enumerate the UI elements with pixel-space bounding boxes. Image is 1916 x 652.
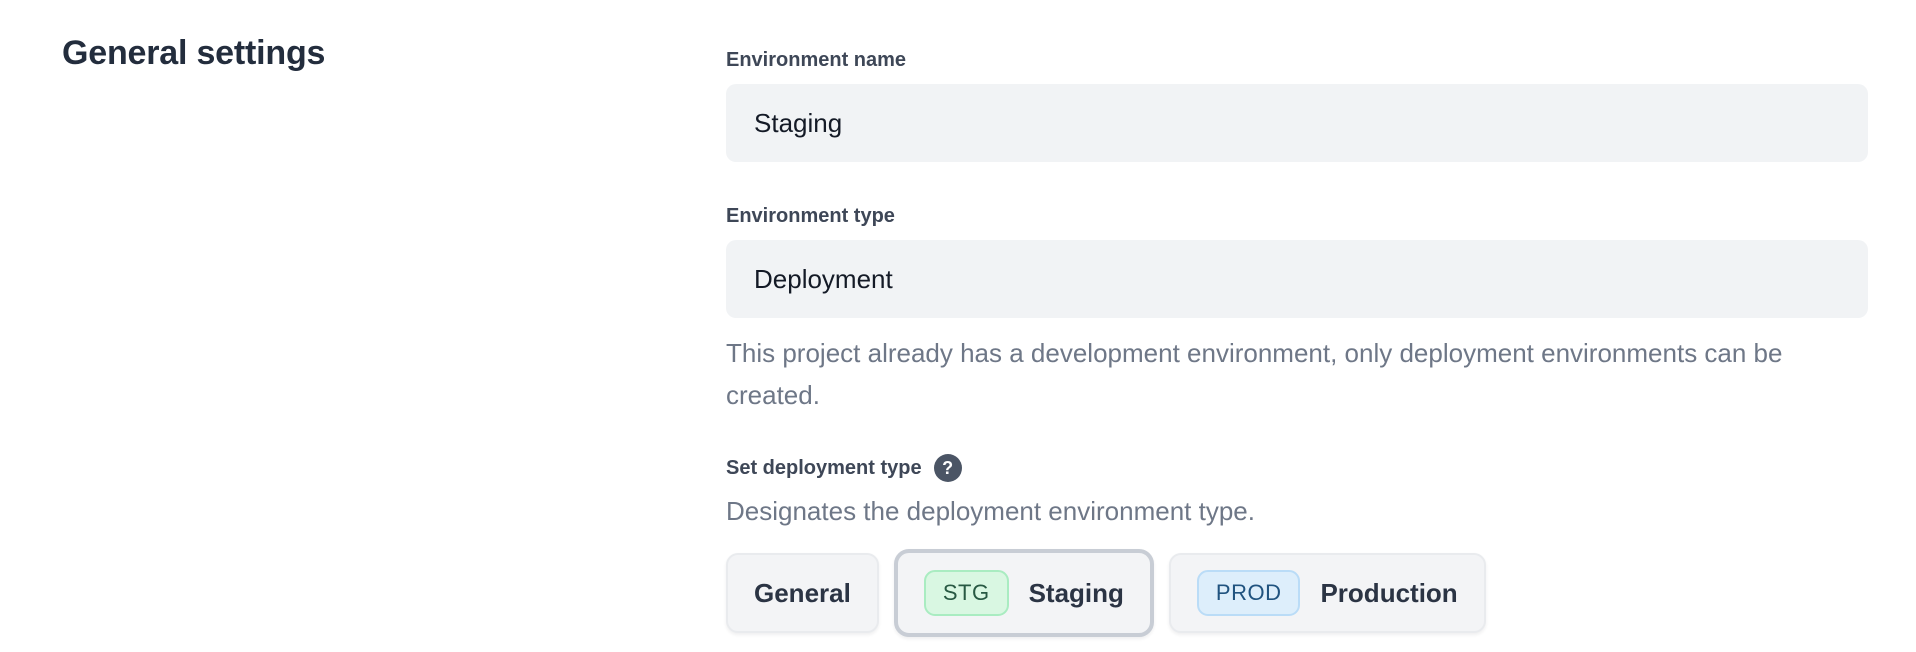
environment-type-input[interactable]	[726, 240, 1868, 318]
environment-type-helper-text: This project already has a development e…	[726, 332, 1868, 416]
deployment-type-options: General STG Staging PROD Production	[726, 549, 1868, 637]
stg-badge: STG	[924, 570, 1009, 616]
deployment-type-option-production[interactable]: PROD Production	[1169, 553, 1486, 633]
environment-type-label: Environment type	[726, 204, 1868, 228]
environment-name-input[interactable]	[726, 84, 1868, 162]
option-staging-label: Staging	[1029, 578, 1124, 609]
option-general-label: General	[754, 578, 851, 609]
deployment-type-option-staging[interactable]: STG Staging	[894, 549, 1154, 637]
question-mark-circle-icon[interactable]: ?	[934, 454, 962, 482]
set-deployment-type-label: Set deployment type	[726, 456, 922, 480]
deployment-type-description: Designates the deployment environment ty…	[726, 496, 1868, 527]
page-title: General settings	[62, 34, 325, 73]
option-production-label: Production	[1320, 578, 1457, 609]
deployment-type-option-general[interactable]: General	[726, 553, 879, 633]
settings-form: Environment name Environment type This p…	[726, 48, 1868, 637]
environment-name-label: Environment name	[726, 48, 1868, 72]
prod-badge: PROD	[1197, 570, 1301, 616]
